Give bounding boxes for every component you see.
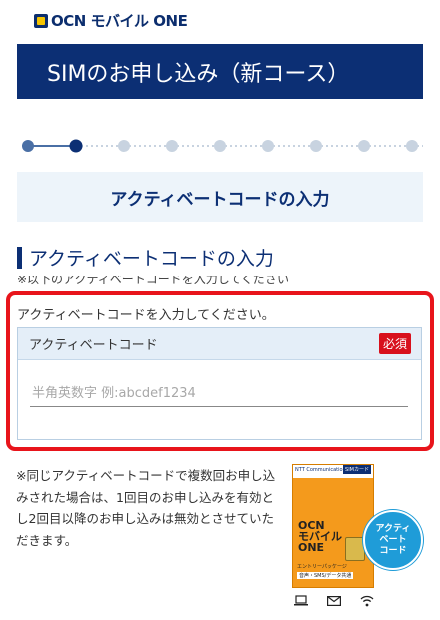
package-type: 音声・SMS/データ共通 <box>297 572 354 579</box>
progress-dot <box>214 140 226 152</box>
logo-text: OCN モバイル ONE <box>51 12 188 30</box>
duplicate-note: ※同じアクティベートコードで複数回お申し込みされた場合は、1回目のお申し込みを有… <box>16 468 276 548</box>
progress-dot <box>358 140 370 152</box>
activate-code-input[interactable] <box>30 380 408 407</box>
package-icons <box>294 592 374 612</box>
logo-mark-icon <box>34 13 48 28</box>
progress-dot <box>310 140 322 152</box>
field-label: アクティベートコード <box>29 338 158 353</box>
progress-dot <box>22 140 34 152</box>
activate-code-bubble: アクティ ベート コード <box>363 510 423 570</box>
progress-dot-current <box>69 139 83 153</box>
progress-dot <box>262 140 274 152</box>
wifi-icon <box>360 595 374 610</box>
package-subtitle: エントリーパッケージ <box>297 564 347 570</box>
laptop-icon <box>294 595 308 609</box>
package-body: NTT Communications SIMカード OCN モバイル ONE エ… <box>292 464 374 588</box>
activate-code-field-box: アクティベートコード 必須 <box>17 327 422 440</box>
ocn-logo: OCN モバイル ONE <box>34 10 188 31</box>
mail-icon <box>327 595 342 609</box>
page-title: SIMのお申し込み（新コース） <box>17 44 423 99</box>
entry-package-image: NTT Communications SIMカード OCN モバイル ONE エ… <box>292 464 374 614</box>
step-progress <box>17 136 423 156</box>
section-heading-text: アクティベートコードの入力 <box>29 248 274 270</box>
progress-dot <box>406 140 418 152</box>
required-badge: 必須 <box>378 333 411 354</box>
section-heading-bar <box>17 246 22 269</box>
package-tag: SIMカード <box>343 465 371 474</box>
field-header: アクティベートコード 必須 <box>18 328 421 360</box>
package-maker: NTT Communications <box>295 467 349 473</box>
progress-dot <box>118 140 130 152</box>
step-progress-graphic <box>22 139 423 153</box>
section-heading: アクティベートコードの入力 <box>17 244 274 271</box>
sim-chip-icon <box>345 537 365 561</box>
step-header: アクティベートコードの入力 <box>17 172 423 222</box>
section-note-partial: ※以下のアクティベートコードを入力してください <box>17 276 290 286</box>
form-instruction: アクティベートコードを入力してください。 <box>17 308 275 323</box>
package-brand: OCN モバイル ONE <box>298 519 342 554</box>
progress-dot <box>166 140 178 152</box>
